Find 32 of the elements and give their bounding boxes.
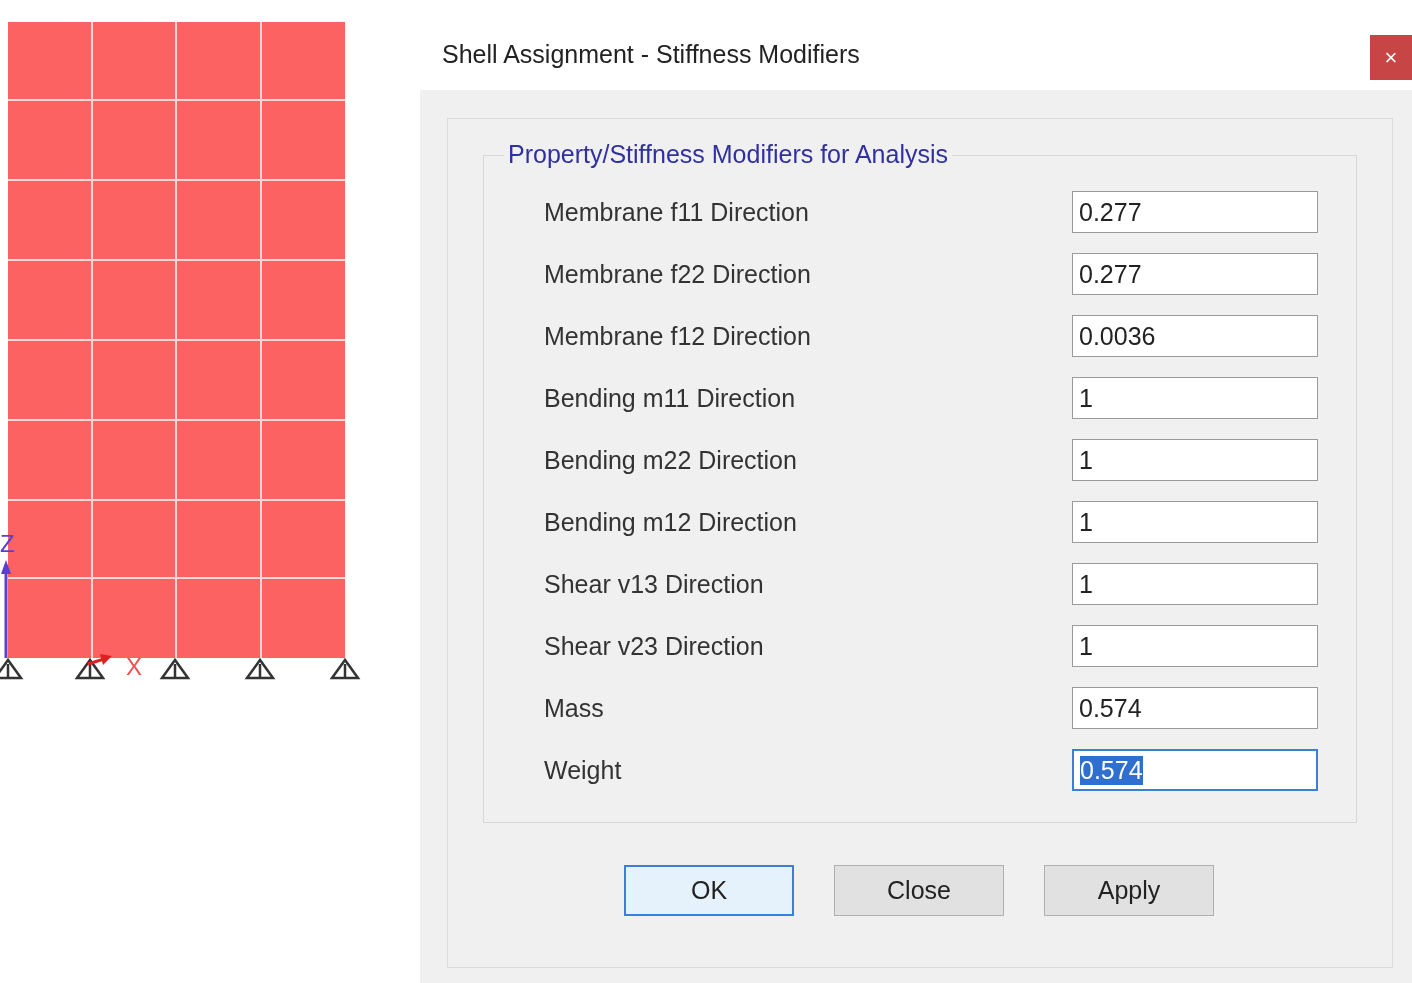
input-field[interactable]: 0.277: [1072, 191, 1318, 233]
window-title: Shell Assignment - Stiffness Modifiers: [442, 40, 860, 69]
support-icon: [329, 658, 360, 680]
support-icon: [0, 658, 23, 680]
field-label: Bending m22 Direction: [544, 445, 797, 475]
axis-arrow: [87, 654, 112, 666]
close-button[interactable]: ×: [1370, 35, 1412, 80]
dialog-button[interactable]: OK: [624, 865, 794, 916]
input-field[interactable]: 1: [1072, 625, 1318, 667]
input-field[interactable]: 0.0036: [1072, 315, 1318, 357]
field-label: Mass: [544, 693, 604, 723]
support-icon: [74, 658, 105, 680]
field-label: Bending m11 Direction: [544, 383, 796, 413]
support-icon: [244, 658, 275, 680]
input-field[interactable]: 1: [1072, 377, 1318, 419]
field-label: Membrane f11 Direction: [544, 197, 809, 227]
axis-label: X: [126, 653, 142, 680]
dialog-button[interactable]: Close: [834, 865, 1004, 916]
input-field[interactable]: 1: [1072, 439, 1318, 481]
field-label: Membrane f22 Direction: [544, 259, 811, 289]
field-label: Shear v13 Direction: [544, 569, 764, 599]
input-field[interactable]: 1: [1072, 563, 1318, 605]
input-field[interactable]: 0.574: [1072, 749, 1318, 791]
field-label: Bending m12 Direction: [544, 507, 797, 537]
field-label: Weight: [544, 755, 622, 785]
support-icon: [159, 658, 190, 680]
input-field[interactable]: 0.277: [1072, 253, 1318, 295]
input-field[interactable]: 1: [1072, 501, 1318, 543]
dialog-button[interactable]: Apply: [1044, 865, 1214, 916]
field-label: Shear v23 Direction: [544, 631, 764, 661]
input-field[interactable]: 0.574: [1072, 687, 1318, 729]
field-label: Membrane f12 Direction: [544, 321, 811, 351]
